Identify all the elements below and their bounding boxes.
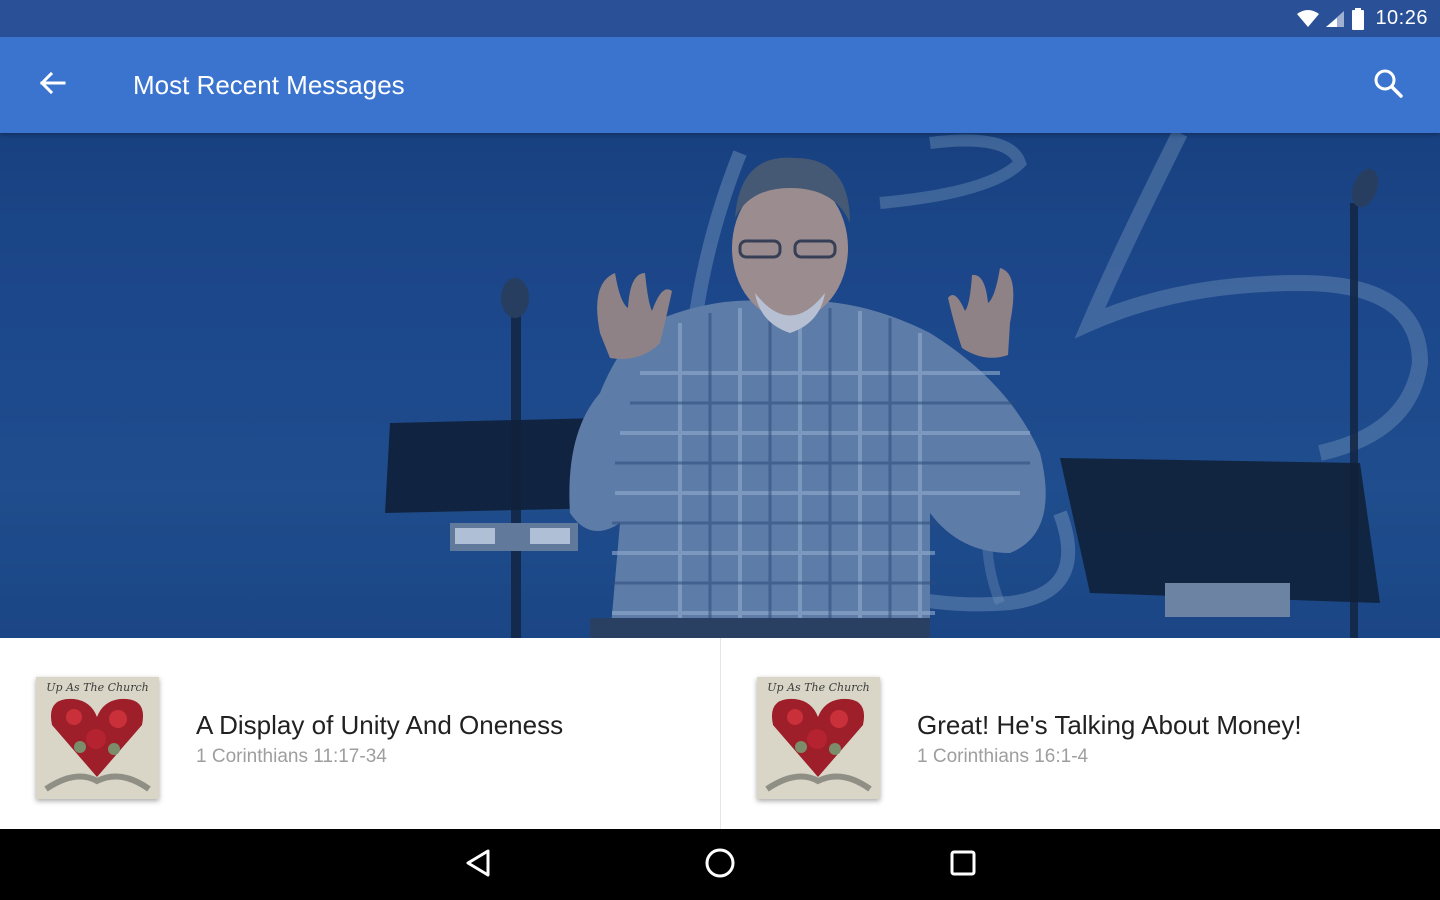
app-bar: Most Recent Messages [0,37,1440,133]
battery-icon [1351,7,1365,30]
message-reference: 1 Corinthians 11:17-34 [196,746,387,767]
arrow-back-icon [38,71,66,100]
back-button[interactable] [28,61,76,109]
hero-image[interactable] [0,133,1440,638]
status-bar: 10:26 [0,0,1440,37]
heart-artwork-icon [44,698,151,792]
system-nav-bar [0,829,1440,900]
message-thumbnail: Up As The Church [36,677,159,799]
message-title: Great! He's Talking About Money! [917,710,1302,740]
message-card[interactable]: Up As The Church Great! He's Talking Abo… [720,638,1440,829]
back-triangle-icon [464,848,492,883]
search-icon [1373,68,1403,103]
home-circle-icon [704,847,736,884]
message-card[interactable]: Up As The Church A Display of Unity And … [0,638,720,829]
page-title: Most Recent Messages [133,70,405,100]
search-button[interactable] [1364,61,1412,109]
recents-square-icon [949,849,977,882]
heart-artwork-icon [765,698,872,792]
message-list: Up As The Church A Display of Unity And … [0,638,1440,829]
message-reference: 1 Corinthians 16:1-4 [917,746,1089,767]
cell-signal-icon [1325,10,1345,28]
app-screen: 10:26 Most Recent Messages Up As The Chu… [0,0,1440,900]
status-time: 10:26 [1375,7,1428,29]
wifi-icon [1297,9,1320,28]
nav-recents-button[interactable] [938,840,988,890]
thumbnail-title: Up As The Church [767,681,870,694]
message-title: A Display of Unity And Oneness [196,710,564,740]
thumbnail-title: Up As The Church [46,681,149,694]
nav-home-button[interactable] [695,840,745,890]
nav-back-button[interactable] [453,840,503,890]
speaker-on-stage-photo [0,133,1440,638]
message-thumbnail: Up As The Church [757,677,880,799]
